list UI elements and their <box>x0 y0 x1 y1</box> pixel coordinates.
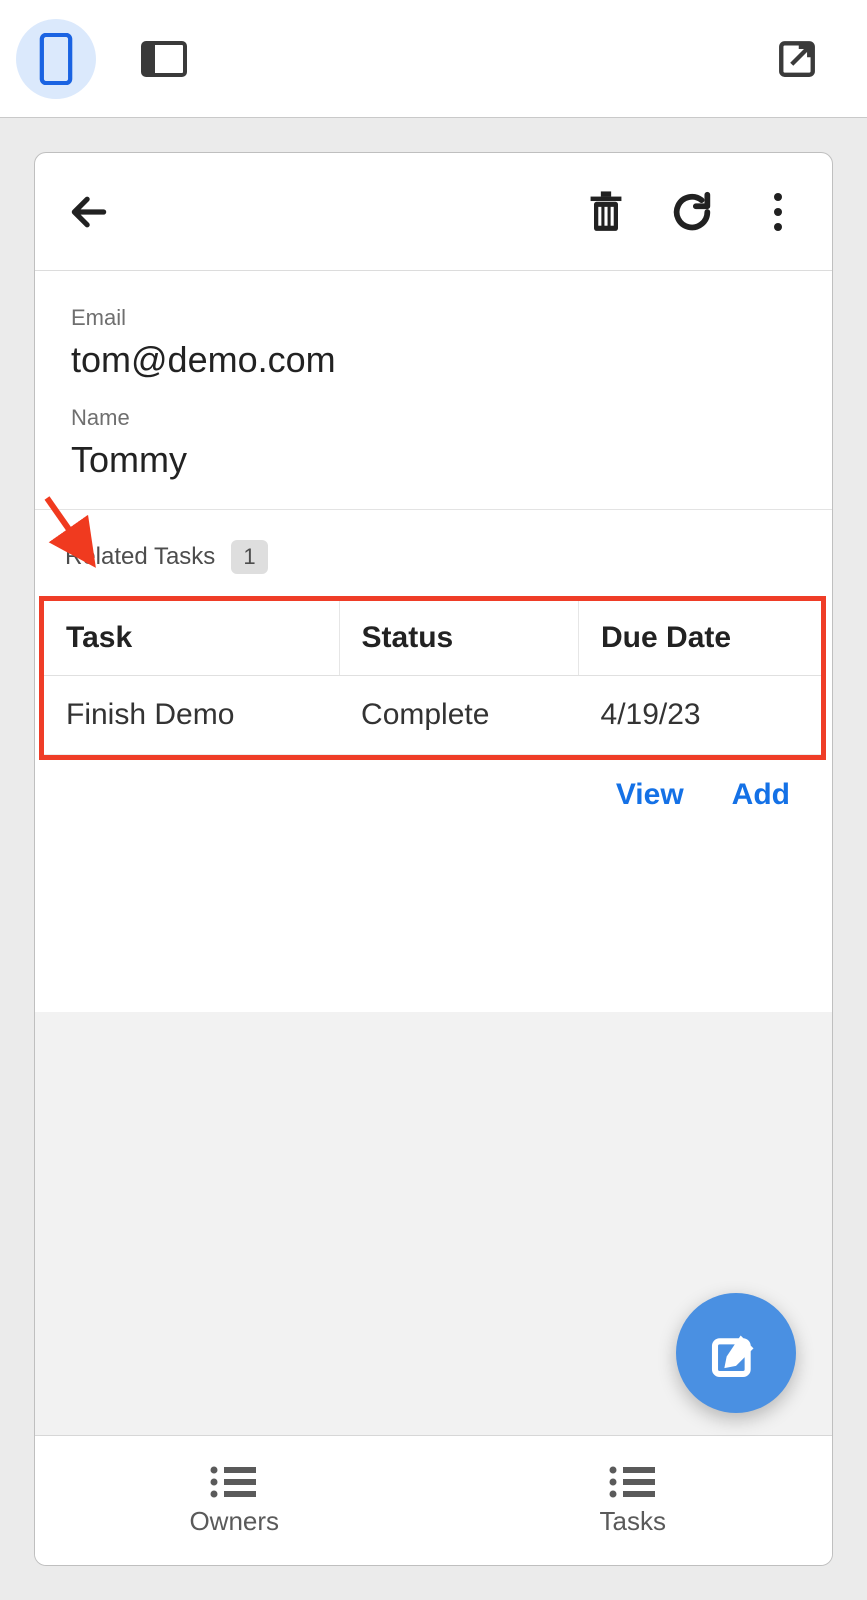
open-external-icon <box>776 38 818 80</box>
email-value: tom@demo.com <box>71 339 796 381</box>
preview-toolbar <box>0 0 867 118</box>
mobile-view-button[interactable] <box>16 19 96 99</box>
name-label: Name <box>71 405 796 431</box>
more-vertical-icon <box>768 193 788 231</box>
name-value: Tommy <box>71 439 796 481</box>
related-actions: View Add <box>35 760 832 812</box>
edit-fab[interactable] <box>676 1293 796 1413</box>
email-label: Email <box>71 305 796 331</box>
related-header: Related Tasks 1 <box>35 510 832 592</box>
list-icon <box>607 1464 659 1500</box>
email-field: Email tom@demo.com <box>71 305 796 381</box>
more-button[interactable] <box>750 184 806 240</box>
nav-tasks[interactable]: Tasks <box>434 1436 833 1565</box>
refresh-icon <box>669 189 715 235</box>
nav-owners-label: Owners <box>189 1506 279 1537</box>
col-task[interactable]: Task <box>44 601 339 676</box>
table-row[interactable]: Finish Demo Complete 4/19/23 <box>44 676 821 755</box>
open-external-button[interactable] <box>757 19 837 99</box>
nav-owners[interactable]: Owners <box>35 1436 434 1565</box>
cell-due: 4/19/23 <box>579 676 821 755</box>
related-count-badge: 1 <box>231 540 267 574</box>
related-table: Task Status Due Date Finish Demo Complet… <box>44 601 821 755</box>
preview-canvas: Email tom@demo.com Name Tommy Related Ta… <box>0 118 867 1600</box>
name-field: Name Tommy <box>71 405 796 481</box>
table-header-row: Task Status Due Date <box>44 601 821 676</box>
delete-button[interactable] <box>578 184 634 240</box>
cell-status: Complete <box>339 676 578 755</box>
col-due-date[interactable]: Due Date <box>579 601 821 676</box>
nav-tasks-label: Tasks <box>600 1506 666 1537</box>
app-bar <box>35 153 832 271</box>
details-section: Email tom@demo.com Name Tommy <box>35 271 832 510</box>
related-table-highlight: Task Status Due Date Finish Demo Complet… <box>39 596 826 760</box>
related-section: Related Tasks 1 Task Status Due Date Fin <box>35 510 832 812</box>
view-button[interactable]: View <box>616 778 684 812</box>
related-title: Related Tasks <box>65 543 215 571</box>
trash-icon <box>585 188 627 236</box>
cell-task: Finish Demo <box>44 676 339 755</box>
add-button[interactable]: Add <box>732 778 790 812</box>
arrow-left-icon <box>67 190 111 234</box>
list-icon <box>208 1464 260 1500</box>
mobile-icon <box>39 33 73 85</box>
edit-icon <box>708 1325 764 1381</box>
phone-frame: Email tom@demo.com Name Tommy Related Ta… <box>34 152 833 1566</box>
bottom-nav: Owners Tasks <box>35 1435 832 1565</box>
tablet-view-button[interactable] <box>124 19 204 99</box>
col-status[interactable]: Status <box>339 601 578 676</box>
tablet-icon <box>141 41 187 77</box>
back-button[interactable] <box>61 184 117 240</box>
refresh-button[interactable] <box>664 184 720 240</box>
